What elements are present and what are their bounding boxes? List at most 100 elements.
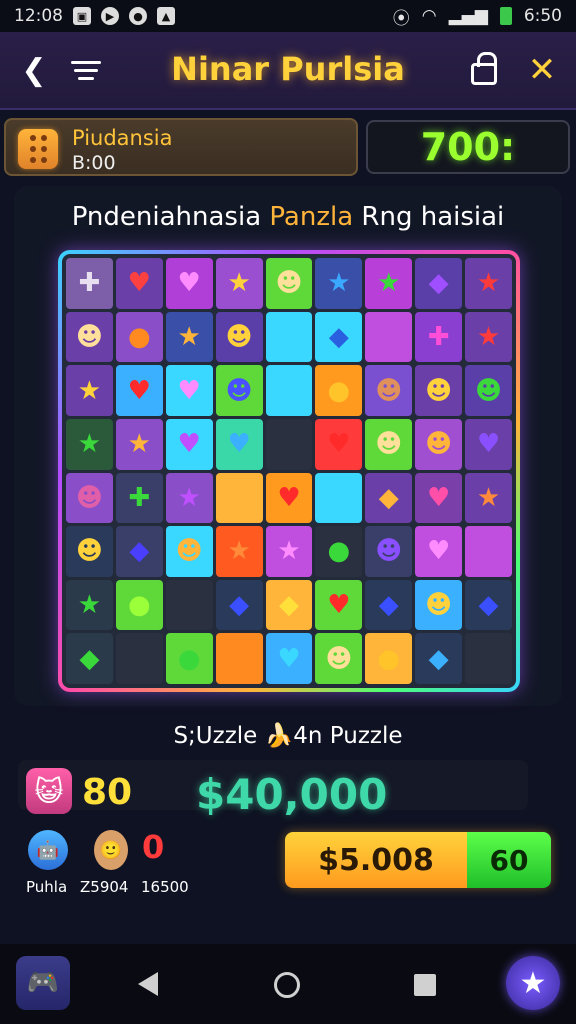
puzzle-tile[interactable]: ◆: [415, 258, 463, 309]
puzzle-tile[interactable]: ☻: [215, 311, 263, 363]
nav-recents-button[interactable]: [414, 974, 436, 996]
puzzle-tile[interactable]: ★: [215, 526, 263, 577]
puzzle-tile[interactable]: ☻: [365, 526, 413, 577]
puzzle-tile[interactable]: ●: [315, 365, 363, 416]
puzzle-tile[interactable]: [465, 526, 512, 577]
close-button[interactable]: ✕: [522, 50, 562, 90]
puzzle-tile[interactable]: ☻: [265, 258, 313, 309]
menu-icon: [71, 60, 101, 80]
puzzle-tile[interactable]: ◆: [215, 579, 263, 631]
puzzle-tile[interactable]: ☻: [66, 311, 113, 363]
puzzle-tile[interactable]: ★: [465, 258, 512, 309]
puzzle-tile[interactable]: ★: [66, 418, 113, 470]
nav-home-button[interactable]: [274, 972, 300, 998]
chevron-left-icon: ❮: [21, 52, 47, 88]
puzzle-tile[interactable]: ◆: [315, 311, 363, 363]
puzzle-tile[interactable]: ♥: [415, 526, 463, 577]
puzzle-tile[interactable]: ♥: [165, 258, 213, 309]
puzzle-tile[interactable]: ☻: [66, 526, 113, 577]
score-display: 700:: [366, 120, 570, 174]
puzzle-tile[interactable]: [265, 365, 313, 416]
puzzle-tile[interactable]: ♥: [415, 472, 463, 524]
puzzle-tile[interactable]: [265, 418, 313, 470]
puzzle-tile[interactable]: ◆: [365, 579, 413, 631]
vibrate-icon: ⦿: [392, 8, 410, 29]
puzzle-tile[interactable]: ●: [115, 311, 163, 363]
puzzle-tile[interactable]: ♥: [115, 365, 163, 416]
puzzle-tile[interactable]: ♥: [315, 579, 363, 631]
puzzle-tile[interactable]: ☻: [315, 633, 363, 684]
puzzle-tile[interactable]: ●: [365, 633, 413, 684]
app-shortcut-button[interactable]: 🎮: [16, 956, 70, 1010]
puzzle-tile[interactable]: ◆: [265, 579, 313, 631]
puzzle-tile[interactable]: ♥: [265, 472, 313, 524]
puzzle-tile[interactable]: ♥: [315, 418, 363, 470]
puzzle-tile[interactable]: ●: [115, 579, 163, 631]
star-icon: ★: [519, 965, 547, 1001]
menu-button[interactable]: [66, 50, 106, 90]
image-icon: ▣: [73, 7, 91, 25]
puzzle-tile[interactable]: ♥: [115, 258, 163, 309]
nav-back-button[interactable]: [138, 972, 158, 996]
puzzle-tile[interactable]: ★: [165, 472, 213, 524]
footer-label-2: Z5904: [80, 878, 129, 896]
lock-button[interactable]: [464, 50, 504, 90]
puzzle-tile[interactable]: ☻: [415, 418, 463, 470]
puzzle-tile[interactable]: ◆: [365, 472, 413, 524]
puzzle-tile[interactable]: ●: [165, 633, 213, 684]
footer-label-1: Puhla: [26, 878, 68, 896]
puzzle-tile[interactable]: [215, 633, 263, 684]
puzzle-tile[interactable]: ★: [66, 365, 113, 416]
puzzle-tile[interactable]: ♥: [165, 418, 213, 470]
puzzle-tile[interactable]: ●: [315, 526, 363, 577]
face-icon[interactable]: 🙂: [94, 830, 128, 870]
puzzle-tile[interactable]: ◆: [115, 526, 163, 577]
system-nav-bar: 🎮 ★: [0, 944, 576, 1024]
puzzle-tile[interactable]: ♥: [215, 418, 263, 470]
puzzle-tile[interactable]: ☻: [66, 472, 113, 524]
buy-price-button[interactable]: $5.008: [285, 832, 467, 888]
puzzle-tile[interactable]: ☻: [365, 365, 413, 416]
puzzle-tile[interactable]: ☻: [215, 365, 263, 416]
puzzle-tile[interactable]: ✚: [415, 311, 463, 363]
puzzle-tile[interactable]: ★: [365, 258, 413, 309]
back-button[interactable]: ❮: [14, 50, 54, 90]
puzzle-tile[interactable]: ♥: [165, 365, 213, 416]
player-sub: B:00: [72, 152, 116, 174]
puzzle-tile[interactable]: ♥: [265, 633, 313, 684]
puzzle-tile[interactable]: ★: [465, 472, 512, 524]
puzzle-title-part1: Pndeniahnasia: [71, 202, 270, 232]
puzzle-tile[interactable]: ◆: [465, 579, 512, 631]
puzzle-tile[interactable]: ☻: [165, 526, 213, 577]
puzzle-tile[interactable]: ★: [465, 311, 512, 363]
puzzle-tile[interactable]: ✚: [115, 472, 163, 524]
puzzle-board: ✚ ♥ ♥ ★ ☻ ★ ★ ◆ ★ ☻ ● ★ ☻ ◆ ✚ ★ ★ ♥ ♥ ☻ ● ☻ ☻ ☻ ★ ★ ♥ ♥ ♥ ☻ ☻ ♥ ☻ ✚ ★ ♥ ◆ ♥ ★ ☻…: [58, 250, 520, 692]
puzzle-tile[interactable]: [315, 472, 363, 524]
puzzle-tile[interactable]: ◆: [415, 633, 463, 684]
robot-icon[interactable]: 🤖: [28, 830, 68, 870]
puzzle-tile[interactable]: ★: [115, 418, 163, 470]
go-button[interactable]: 60: [467, 832, 551, 888]
puzzle-tile[interactable]: ♥: [465, 418, 512, 470]
puzzle-tile[interactable]: ☻: [465, 365, 512, 416]
puzzle-tile[interactable]: ★: [265, 526, 313, 577]
puzzle-tile[interactable]: ★: [215, 258, 263, 309]
puzzle-tile[interactable]: ★: [66, 579, 113, 631]
player-card[interactable]: Piudansia B:00: [4, 118, 358, 176]
puzzle-tile[interactable]: [265, 311, 313, 363]
puzzle-tile[interactable]: ★: [165, 311, 213, 363]
puzzle-tile[interactable]: ✚: [66, 258, 113, 309]
wifi-icon: ◠: [421, 6, 437, 26]
avatar[interactable]: 😺: [26, 768, 72, 814]
puzzle-tile[interactable]: [115, 633, 163, 684]
puzzle-tile[interactable]: [465, 633, 512, 684]
puzzle-tile[interactable]: ☻: [365, 418, 413, 470]
puzzle-tile[interactable]: [165, 579, 213, 631]
puzzle-tile[interactable]: ☻: [415, 579, 463, 631]
puzzle-tile[interactable]: ◆: [66, 633, 113, 684]
star-button[interactable]: ★: [506, 956, 560, 1010]
puzzle-tile[interactable]: ☻: [415, 365, 463, 416]
puzzle-tile[interactable]: [215, 472, 263, 524]
puzzle-tile[interactable]: [365, 311, 413, 363]
puzzle-tile[interactable]: ★: [315, 258, 363, 309]
